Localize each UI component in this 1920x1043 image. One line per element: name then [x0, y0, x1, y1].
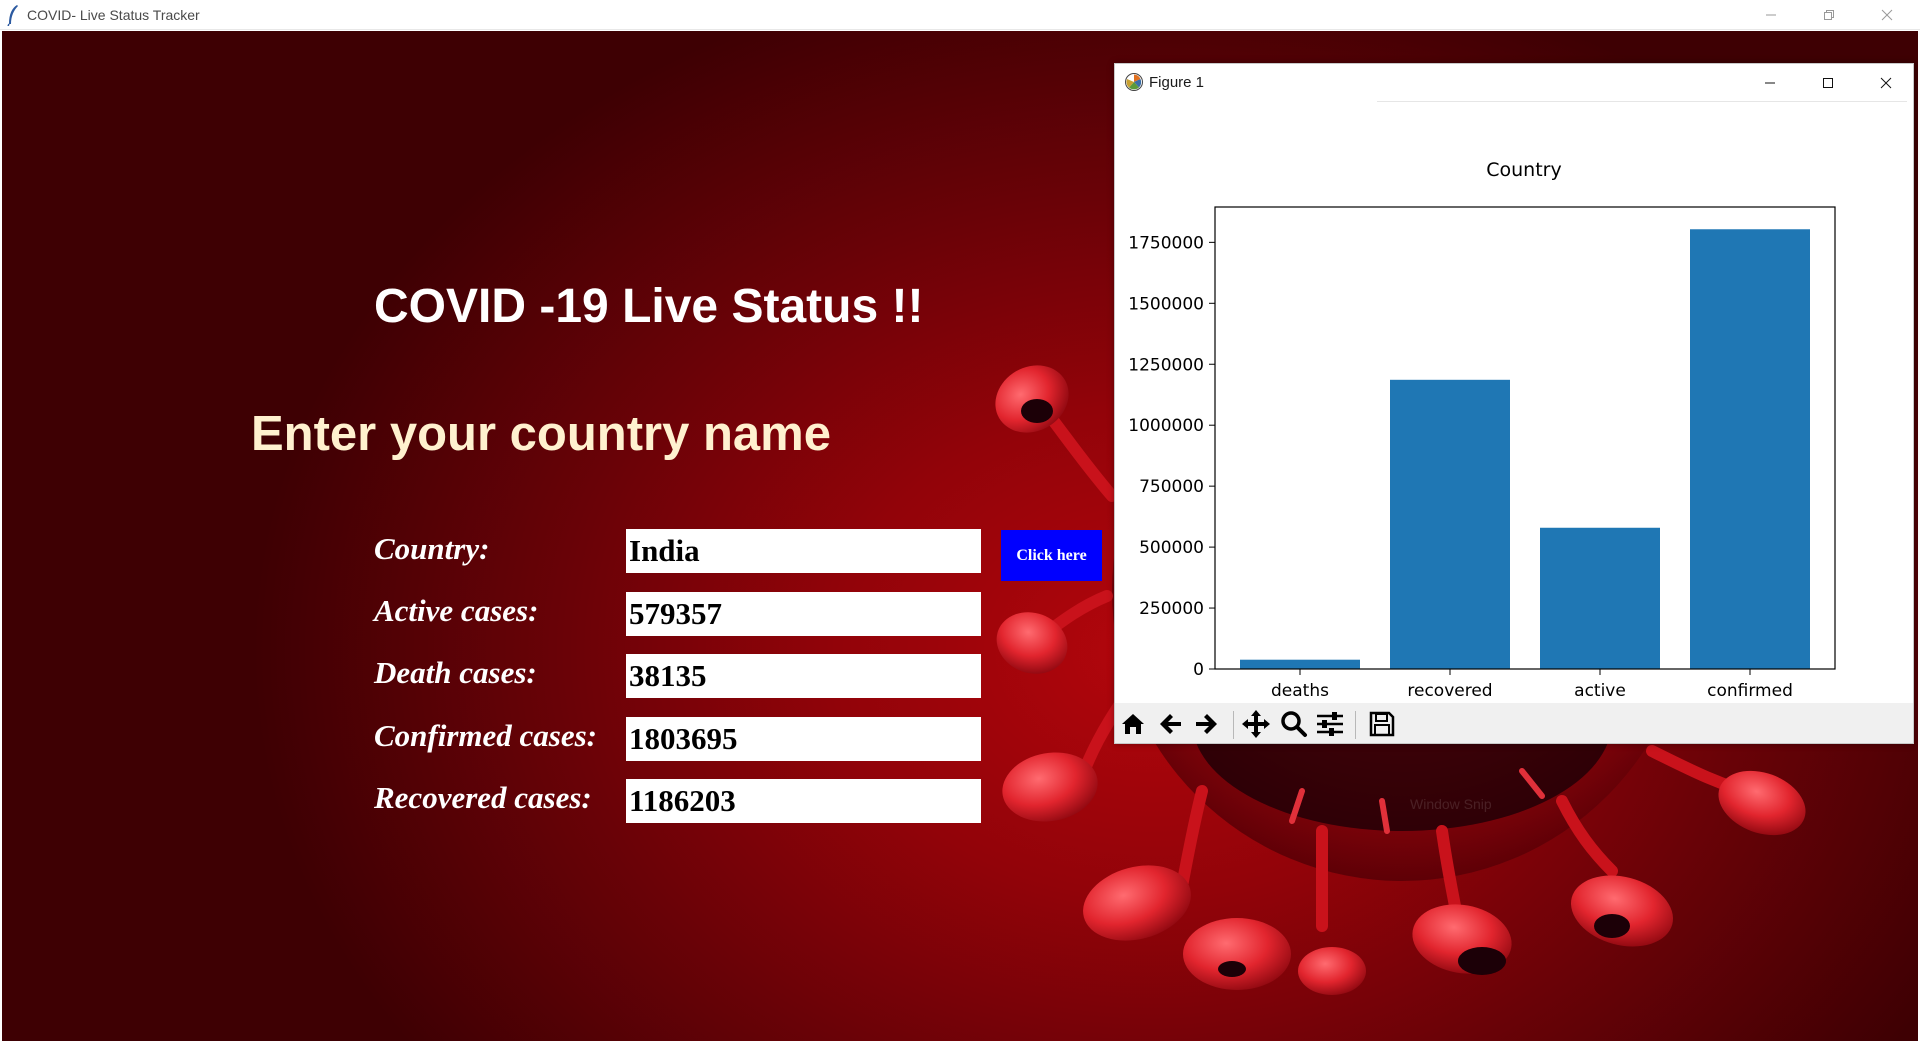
- figure-title: Figure 1: [1149, 74, 1205, 91]
- restore-icon: [1824, 10, 1834, 20]
- back-icon: [1160, 714, 1181, 734]
- zoom-icon: [1281, 711, 1307, 737]
- recovered-cases-label: Recovered cases:: [374, 780, 592, 815]
- y-tick-label: 250000: [1139, 599, 1204, 619]
- minimize-button[interactable]: [1742, 0, 1800, 30]
- x-tick-label: active: [1574, 681, 1626, 701]
- app-root: COVID- Live Status Tracker COVID -19 Liv…: [0, 0, 1920, 1043]
- page-heading: COVID -19 Live Status !!: [374, 280, 924, 333]
- figure-toolbar: [1115, 703, 1913, 743]
- bar-active: [1540, 527, 1660, 669]
- y-tick-label: 1750000: [1128, 233, 1204, 253]
- bar-recovered: [1390, 379, 1510, 669]
- minimize-icon: [1765, 82, 1775, 84]
- active-cases-label: Active cases:: [374, 593, 539, 628]
- x-tick-label: recovered: [1407, 681, 1492, 701]
- home-button[interactable]: [1116, 707, 1150, 741]
- bar-deaths: [1240, 659, 1360, 669]
- x-axis-ticks: deaths recovered active confirmed: [1271, 669, 1793, 701]
- figure-maximize-button[interactable]: [1799, 64, 1857, 102]
- y-tick-label: 750000: [1139, 477, 1204, 497]
- figure-close-button[interactable]: [1857, 64, 1913, 102]
- pan-icon: [1242, 710, 1270, 738]
- y-tick-label: 500000: [1139, 538, 1204, 558]
- confirmed-cases-input[interactable]: [626, 717, 981, 761]
- y-tick-label: 1250000: [1128, 355, 1204, 375]
- close-icon: [1881, 9, 1893, 21]
- country-input[interactable]: [626, 529, 981, 573]
- configure-subplots-icon: [1317, 712, 1343, 736]
- configure-subplots-button[interactable]: [1313, 707, 1347, 741]
- forward-button[interactable]: [1190, 707, 1224, 741]
- bars-layer: [1240, 229, 1810, 669]
- zoom-button[interactable]: [1277, 707, 1311, 741]
- back-button[interactable]: [1153, 707, 1187, 741]
- active-cases-input[interactable]: [626, 592, 981, 636]
- x-tick-label: confirmed: [1707, 681, 1793, 701]
- close-icon: [1880, 77, 1892, 89]
- page-subheading: Enter your country name: [251, 407, 831, 461]
- window-title: COVID- Live Status Tracker: [27, 7, 200, 23]
- bar-confirmed: [1690, 229, 1810, 669]
- y-tick-label: 1000000: [1128, 416, 1204, 436]
- main-window-titlebar[interactable]: COVID- Live Status Tracker: [0, 0, 1920, 30]
- recovered-cases-input[interactable]: [626, 779, 981, 823]
- save-button[interactable]: [1365, 707, 1399, 741]
- y-axis-ticks: 0 250000 500000 750000 1000000 1250000 1500000…: [1128, 233, 1215, 680]
- bar-chart: Country 0 250000 500000 750000 1000000 125000…: [1128, 159, 1836, 701]
- y-tick-label: 1500000: [1128, 294, 1204, 314]
- country-label: Country:: [374, 531, 490, 566]
- death-cases-label: Death cases:: [374, 655, 537, 690]
- home-icon: [1122, 714, 1144, 734]
- minimize-icon: [1766, 14, 1776, 16]
- restore-button[interactable]: [1800, 0, 1858, 30]
- save-icon: [1369, 711, 1395, 737]
- x-tick-label: deaths: [1271, 681, 1329, 701]
- figure-titlebar[interactable]: Figure 1: [1115, 64, 1913, 102]
- y-tick-label: 0: [1193, 660, 1204, 680]
- death-cases-input[interactable]: [626, 654, 981, 698]
- close-button[interactable]: [1858, 0, 1916, 30]
- pan-button[interactable]: [1239, 707, 1273, 741]
- click-here-button[interactable]: Click here: [1001, 530, 1102, 581]
- feather-icon: [7, 5, 18, 26]
- figure-minimize-button[interactable]: [1741, 64, 1799, 102]
- chart-title: Country: [1486, 159, 1561, 181]
- figure-window[interactable]: Figure 1 Country 0 250000 500000 750000 1000…: [1114, 63, 1914, 744]
- confirmed-cases-label: Confirmed cases:: [374, 718, 598, 753]
- toolbar-separator: [1233, 711, 1234, 739]
- toolbar-separator: [1355, 711, 1356, 739]
- window-snip-label: Window Snip: [1410, 796, 1492, 812]
- maximize-icon: [1823, 78, 1833, 88]
- matplotlib-icon: [1125, 73, 1143, 91]
- forward-icon: [1196, 714, 1217, 734]
